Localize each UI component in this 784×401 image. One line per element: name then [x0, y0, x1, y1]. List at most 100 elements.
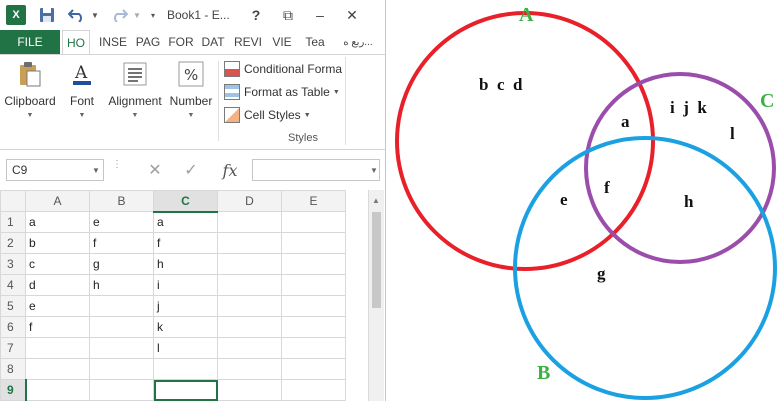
cell-d8[interactable] [217, 358, 282, 380]
cell-b3[interactable]: g [89, 253, 154, 275]
cell-e5[interactable] [281, 295, 346, 317]
cell-e4[interactable] [281, 274, 346, 296]
name-box[interactable]: C9 [6, 159, 104, 181]
cell-d5[interactable] [217, 295, 282, 317]
insert-function-button[interactable]: fx [216, 158, 244, 182]
cell-a2[interactable]: b [25, 232, 90, 254]
cell-d1[interactable] [217, 211, 282, 233]
cell-c3[interactable]: h [153, 253, 218, 275]
cell-e1[interactable] [281, 211, 346, 233]
cell-d2[interactable] [217, 232, 282, 254]
customize-toolbar-icon[interactable]: ▾ [148, 5, 158, 25]
cell-a3[interactable]: c [25, 253, 90, 275]
cell-c5[interactable]: j [153, 295, 218, 317]
formula-input[interactable] [252, 159, 380, 181]
enter-entry-button[interactable]: ✓ [180, 159, 202, 181]
column-header-b[interactable]: B [89, 190, 154, 212]
row-header[interactable]: 2 [0, 232, 26, 254]
row-header[interactable]: 5 [0, 295, 26, 317]
font-group[interactable]: A Font ▼ [64, 59, 100, 119]
row-header[interactable]: 8 [0, 358, 26, 380]
redo-dropdown-icon[interactable]: ▼ [132, 5, 142, 25]
cell-e2[interactable] [281, 232, 346, 254]
cell-e9[interactable] [281, 379, 346, 401]
cell-e6[interactable] [281, 316, 346, 338]
conditional-formatting-button[interactable]: Conditional Forma [224, 59, 342, 79]
row-header[interactable]: 7 [0, 337, 26, 359]
row-header[interactable]: 3 [0, 253, 26, 275]
cell-d4[interactable] [217, 274, 282, 296]
scrollbar-thumb[interactable] [372, 212, 381, 308]
tab-view[interactable]: VIE [268, 30, 296, 54]
cell-d3[interactable] [217, 253, 282, 275]
cell-b1[interactable]: e [89, 211, 154, 233]
tab-team[interactable]: Tea [300, 30, 330, 54]
row-header-active[interactable]: 9 [0, 379, 27, 401]
name-box-dropdown-icon[interactable]: ▼ [92, 166, 100, 175]
tab-home[interactable]: HO [62, 30, 90, 55]
cell-c6[interactable]: k [153, 316, 218, 338]
cell-c1[interactable]: a [153, 211, 218, 233]
cell-e8[interactable] [281, 358, 346, 380]
undo-icon[interactable] [66, 5, 88, 25]
save-icon[interactable] [38, 5, 56, 25]
cell-b7[interactable] [89, 337, 154, 359]
cell-a6[interactable]: f [25, 316, 90, 338]
cell-b2[interactable]: f [89, 232, 154, 254]
cell-c7[interactable]: l [153, 337, 218, 359]
format-as-table-button[interactable]: Format as Table ▼ [224, 82, 340, 102]
restore-button[interactable]: ⧉ [276, 4, 300, 26]
scroll-up-icon[interactable]: ▲ [372, 196, 380, 205]
cell-e7[interactable] [281, 337, 346, 359]
cell-c4[interactable]: i [153, 274, 218, 296]
cell-c9-selected[interactable] [153, 379, 218, 401]
tab-file[interactable]: FILE [0, 30, 60, 54]
minimize-button[interactable]: – [308, 4, 332, 26]
row-header[interactable]: 4 [0, 274, 26, 296]
vertical-scrollbar[interactable]: ▲ [368, 190, 384, 401]
cell-b9[interactable] [89, 379, 154, 401]
cell-b4[interactable]: h [89, 274, 154, 296]
row-header[interactable]: 6 [0, 316, 26, 338]
column-header-e[interactable]: E [281, 190, 346, 212]
expand-formula-bar-icon[interactable]: ▼ [370, 166, 378, 175]
close-button[interactable]: ✕ [340, 4, 364, 26]
cell-a4[interactable]: d [25, 274, 90, 296]
redo-icon[interactable] [108, 5, 130, 25]
cell-c8[interactable] [153, 358, 218, 380]
cell-b5[interactable] [89, 295, 154, 317]
cancel-entry-button[interactable]: ✕ [144, 159, 166, 181]
column-header-d[interactable]: D [217, 190, 282, 212]
cell-styles-button[interactable]: Cell Styles ▼ [224, 105, 311, 125]
excel-app-icon[interactable]: X [6, 5, 26, 25]
undo-dropdown-icon[interactable]: ▼ [90, 5, 100, 25]
cell-d6[interactable] [217, 316, 282, 338]
number-group[interactable]: % Number ▼ [168, 59, 214, 119]
help-button[interactable]: ? [244, 4, 268, 26]
tab-page-layout[interactable]: PAG [132, 30, 164, 54]
alignment-group[interactable]: Alignment ▼ [106, 59, 164, 119]
tab-review[interactable]: REVI [232, 30, 264, 54]
cell-a9[interactable] [25, 379, 90, 401]
row-header[interactable]: 1 [0, 211, 26, 233]
cell-e3[interactable] [281, 253, 346, 275]
cell-d9[interactable] [217, 379, 282, 401]
cell-a1[interactable]: a [25, 211, 90, 233]
tab-insert[interactable]: INSE [96, 30, 130, 54]
tab-extra[interactable]: ربع ه... [334, 30, 382, 54]
select-all-corner[interactable] [0, 190, 26, 212]
ribbon-scrollbar[interactable] [345, 57, 353, 145]
formula-bar-grip-icon[interactable]: ⋮ [112, 159, 122, 181]
tab-data[interactable]: DAT [198, 30, 228, 54]
clipboard-group[interactable]: Clipboard ▼ [4, 59, 56, 119]
cell-a8[interactable] [25, 358, 90, 380]
cell-c2[interactable]: f [153, 232, 218, 254]
cell-b6[interactable] [89, 316, 154, 338]
column-header-c[interactable]: C [153, 190, 218, 213]
column-header-a[interactable]: A [25, 190, 90, 212]
cell-d7[interactable] [217, 337, 282, 359]
tab-formulas[interactable]: FOR [166, 30, 196, 54]
cell-a7[interactable] [25, 337, 90, 359]
cell-a5[interactable]: e [25, 295, 90, 317]
cell-b8[interactable] [89, 358, 154, 380]
